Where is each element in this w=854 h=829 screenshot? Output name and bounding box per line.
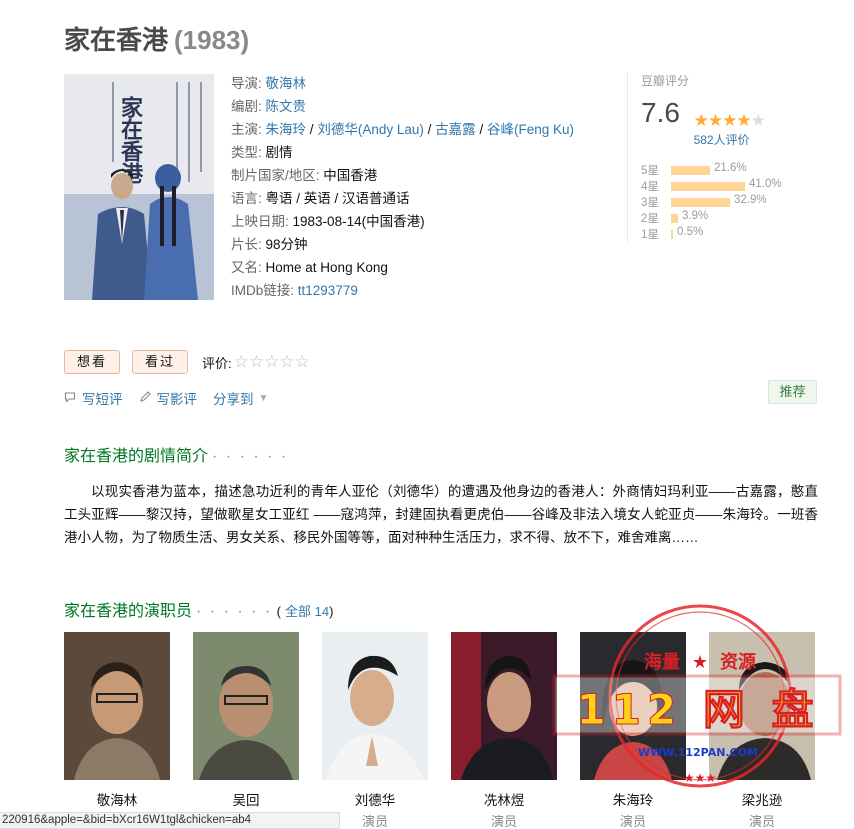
cast-name[interactable]: 敬海林 — [64, 789, 170, 809]
imdb-link[interactable]: tt1293779 — [298, 283, 358, 298]
movie-poster[interactable]: 家在香港 — [64, 74, 214, 300]
rating-bar — [671, 182, 745, 191]
genre-row: 类型: 剧情 — [231, 145, 293, 160]
all-cast-link[interactable]: 全部 14 — [285, 604, 329, 619]
runtime-row: 片长: 98分钟 — [231, 237, 308, 252]
rating-bar-row: 4星 41.0% — [641, 178, 817, 194]
summary-heading: 家在香港的剧情简介 · · · · · · — [64, 448, 289, 465]
summary-text: 以现实香港为蓝本，描述急功近利的青年人亚伦（刘德华）的遭遇及他身边的香港人：外商… — [64, 484, 818, 545]
rate-stars-input[interactable]: ☆☆☆☆☆ — [234, 352, 310, 372]
aka-row: 又名: Home at Hong Kong — [231, 260, 388, 275]
write-short-review-link[interactable]: 写短评 — [64, 388, 123, 408]
rating-bar-percent: 41.0% — [749, 178, 782, 190]
cast-photo[interactable] — [451, 632, 557, 780]
star-filled-icon: ★ — [736, 111, 751, 130]
rating-distribution: 5星 21.6% 4星 41.0% 3星 32.9% 2星 3.9% 1星 0.5% — [641, 162, 817, 242]
star-filled-icon: ★ — [707, 111, 723, 130]
cast-name[interactable]: 冼林煜 — [451, 789, 557, 809]
cast-role: 演员 — [748, 814, 775, 829]
rating-bar-label: 3星 — [641, 197, 659, 209]
cast-member[interactable]: 朱海玲 演员 — [580, 632, 686, 829]
movie-year: (1983) — [174, 25, 250, 55]
director-link[interactable]: 敬海林 — [266, 76, 307, 91]
cast-name[interactable]: 刘德华 — [322, 789, 428, 809]
star-filled-icon: ★ — [722, 111, 737, 130]
cast-member[interactable]: 梁兆逊 演员 — [709, 632, 815, 829]
watched-button[interactable]: 看过 — [132, 350, 189, 374]
cast-name[interactable]: 朱海玲 — [580, 789, 686, 809]
movie-info: 导演: 敬海林 编剧: 陈文贵 主演: 朱海玲 / 刘德华(Andy Lau) … — [231, 72, 621, 302]
pencil-icon — [139, 390, 151, 406]
rating-bar-row: 1星 0.5% — [641, 226, 817, 242]
cast-photo[interactable] — [193, 632, 299, 780]
movie-title: 家在香港 — [64, 25, 169, 55]
rating-bar — [671, 166, 710, 175]
writer-link[interactable]: 陈文贵 — [266, 99, 307, 114]
rating-score: 7.6 — [641, 97, 680, 128]
rating-bar-row: 3星 32.9% — [641, 194, 817, 210]
cast-row: 主演: 朱海玲 / 刘德华(Andy Lau) / 古嘉露 / 谷峰(Feng … — [231, 122, 574, 137]
rating-bar-label: 4星 — [641, 181, 659, 193]
rating-bar — [671, 214, 678, 223]
cast-photo[interactable] — [580, 632, 686, 780]
language-row: 语言: 粤语 / 英语 / 汉语普通话 — [231, 191, 410, 206]
runtime-value: 98分钟 — [265, 237, 308, 252]
rating-count-link[interactable]: 582人评价 — [694, 131, 765, 148]
rating-bar-percent: 0.5% — [677, 226, 704, 238]
imdb-row: IMDb链接: tt1293779 — [231, 283, 358, 298]
star-filled-icon: ★ — [693, 111, 709, 130]
action-bar: 写短评 写影评 分享到 ▼ — [64, 388, 284, 408]
rating-bar-label: 1星 — [641, 229, 659, 241]
cast-member[interactable]: 敬海林 导演 — [64, 632, 170, 829]
cast-photo[interactable] — [709, 632, 815, 780]
rating-bar-percent: 21.6% — [714, 162, 747, 174]
rating-stars: ★★★★★ — [693, 111, 766, 130]
cast-link[interactable]: 刘德华(Andy Lau) — [317, 122, 424, 137]
comment-icon — [64, 391, 76, 406]
region-value: 中国香港 — [323, 168, 378, 183]
cast-member[interactable]: 冼林煜 演员 — [451, 632, 557, 829]
rate-label: 评价: — [202, 355, 232, 371]
want-to-watch-button[interactable]: 想看 — [64, 350, 121, 374]
cast-photo[interactable] — [64, 632, 170, 780]
cast-name[interactable]: 吴回 — [193, 789, 299, 809]
writer-row: 编剧: 陈文贵 — [231, 99, 307, 114]
release-row: 上映日期: 1983-08-14(中国香港) — [231, 214, 425, 229]
release-value: 1983-08-14(中国香港) — [292, 214, 425, 229]
caret-down-icon: ▼ — [258, 392, 269, 404]
collect-buttons: 想看 看过 评价: ☆☆☆☆☆ — [64, 350, 310, 374]
rating-bar-percent: 32.9% — [734, 194, 767, 206]
rating-bar-label: 5星 — [641, 165, 659, 177]
cast-link[interactable]: 谷峰(Feng Ku) — [487, 122, 574, 137]
cast-heading: 家在香港的演职员 · · · · · · (全部 14) — [64, 603, 334, 620]
cast-member[interactable]: 吴回 演员 — [193, 632, 299, 829]
write-review-link[interactable]: 写影评 — [139, 388, 197, 408]
star-empty-icon: ★ — [750, 111, 766, 130]
recommend-button[interactable]: 推荐 — [768, 380, 817, 404]
rating-bar — [671, 230, 673, 239]
director-row: 导演: 敬海林 — [231, 76, 307, 91]
rating-bar-label: 2星 — [641, 213, 659, 225]
page-title: 家在香港 (1983) — [64, 20, 249, 57]
cast-name[interactable]: 梁兆逊 — [709, 789, 815, 809]
cast-photo[interactable] — [322, 632, 428, 780]
status-bar-url: 220916&apple=&bid=bXcr16W1tgl&chicken=ab… — [0, 812, 340, 829]
cast-link[interactable]: 古嘉露 — [435, 122, 476, 137]
cast-role: 演员 — [619, 814, 646, 829]
cast-role: 演员 — [490, 814, 517, 829]
rating-panel: 豆瓣评分 7.6 ★★★★★ 582人评价 5星 21.6% 4星 41.0% 3星 32… — [627, 72, 817, 242]
region-row: 制片国家/地区: 中国香港 — [231, 168, 378, 183]
rating-bar — [671, 198, 730, 207]
cast-list: 敬海林 导演 吴回 演员 刘德华 演员 冼林煜 演员 朱海玲 演员 梁兆逊 演员 — [64, 632, 815, 829]
share-dropdown[interactable]: 分享到 ▼ — [213, 388, 268, 408]
aka-value: Home at Hong Kong — [265, 260, 388, 275]
genre-value: 剧情 — [265, 145, 293, 160]
cast-member[interactable]: 刘德华 演员 — [322, 632, 428, 829]
cast-link[interactable]: 朱海玲 — [266, 122, 307, 137]
rating-label: 豆瓣评分 — [641, 74, 690, 88]
rating-bar-percent: 3.9% — [682, 210, 709, 222]
rating-bar-row: 5星 21.6% — [641, 162, 817, 178]
language-value: 粤语 / 英语 / 汉语普通话 — [265, 191, 410, 206]
rating-bar-row: 2星 3.9% — [641, 210, 817, 226]
